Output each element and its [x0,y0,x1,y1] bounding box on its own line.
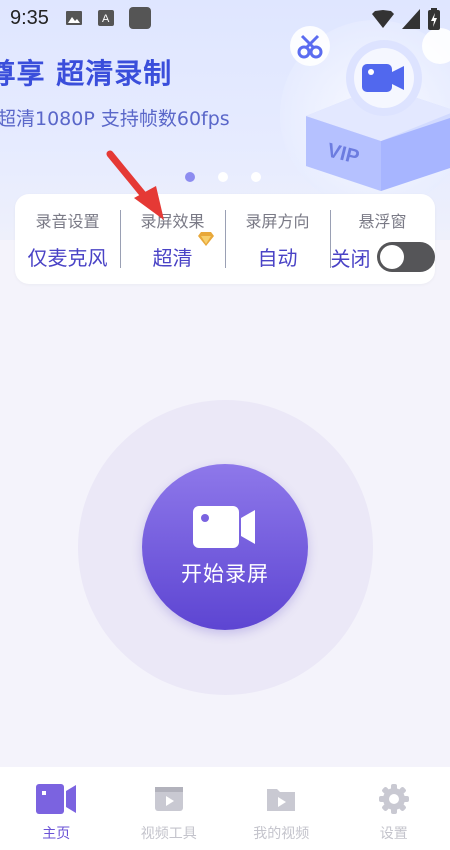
start-recording-button[interactable]: 开始录屏 [142,464,308,630]
text-notification-icon: A [97,10,114,26]
pagination-dot-1[interactable] [185,172,195,182]
gear-icon [378,784,409,814]
wifi-icon [372,10,394,28]
banner-subtitle: 持超清1080P 支持帧数60fps [0,108,230,130]
toggle-knob [379,245,404,269]
signal-icon [402,9,420,29]
floating-window-toggle[interactable] [376,242,435,272]
bottom-navigation: 主页 视频工具 我的视频 设置 [0,767,450,850]
video-tools-icon [154,787,183,811]
pagination-dot-2[interactable] [218,172,228,182]
record-settings-card: 录音设置 仅麦克风 录屏效果 超清 录屏方向 自动 悬浮窗 关闭 [15,194,435,284]
banner-pagination [185,172,261,182]
svg-text:A: A [102,13,110,25]
image-notification-icon [65,11,82,25]
vip-diamond-icon [198,232,214,246]
status-time: 9:35 [10,6,49,29]
nav-my-videos-label: 我的视频 [253,826,310,842]
video-camera-icon [193,506,255,548]
battery-icon [428,8,440,30]
floating-window-label: 悬浮窗 [358,212,407,231]
pagination-dot-3[interactable] [251,172,261,182]
audio-setting-value: 仅麦克风 [27,246,108,270]
nav-settings[interactable]: 设置 [338,767,450,850]
app-notification-icon [128,7,151,29]
nav-home-label: 主页 [42,826,71,842]
nav-video-tools-label: 视频工具 [140,826,197,842]
audio-setting-label: 录音设置 [35,212,100,231]
status-bar: 9:35 A [0,0,450,36]
quality-setting-value: 超清 [152,246,193,270]
nav-video-tools[interactable]: 视频工具 [113,767,226,850]
my-videos-folder-icon [267,789,296,811]
orientation-setting-label: 录屏方向 [245,212,310,231]
floating-window-value: 关闭 [330,246,371,271]
red-arrow-annotation [106,150,164,220]
orientation-setting-value: 自动 [257,246,298,270]
start-recording-label: 开始录屏 [181,562,269,586]
nav-my-videos[interactable]: 我的视频 [225,767,338,850]
banner-title: P尊享 超清录制 [0,57,173,90]
nav-settings-label: 设置 [379,826,408,842]
floating-window-setting: 悬浮窗 关闭 [330,194,435,284]
video-camera-icon [36,784,77,814]
orientation-setting[interactable]: 录屏方向 自动 [225,194,330,284]
vip-box-illustration: VIP [290,26,450,191]
nav-home[interactable]: 主页 [0,767,113,850]
